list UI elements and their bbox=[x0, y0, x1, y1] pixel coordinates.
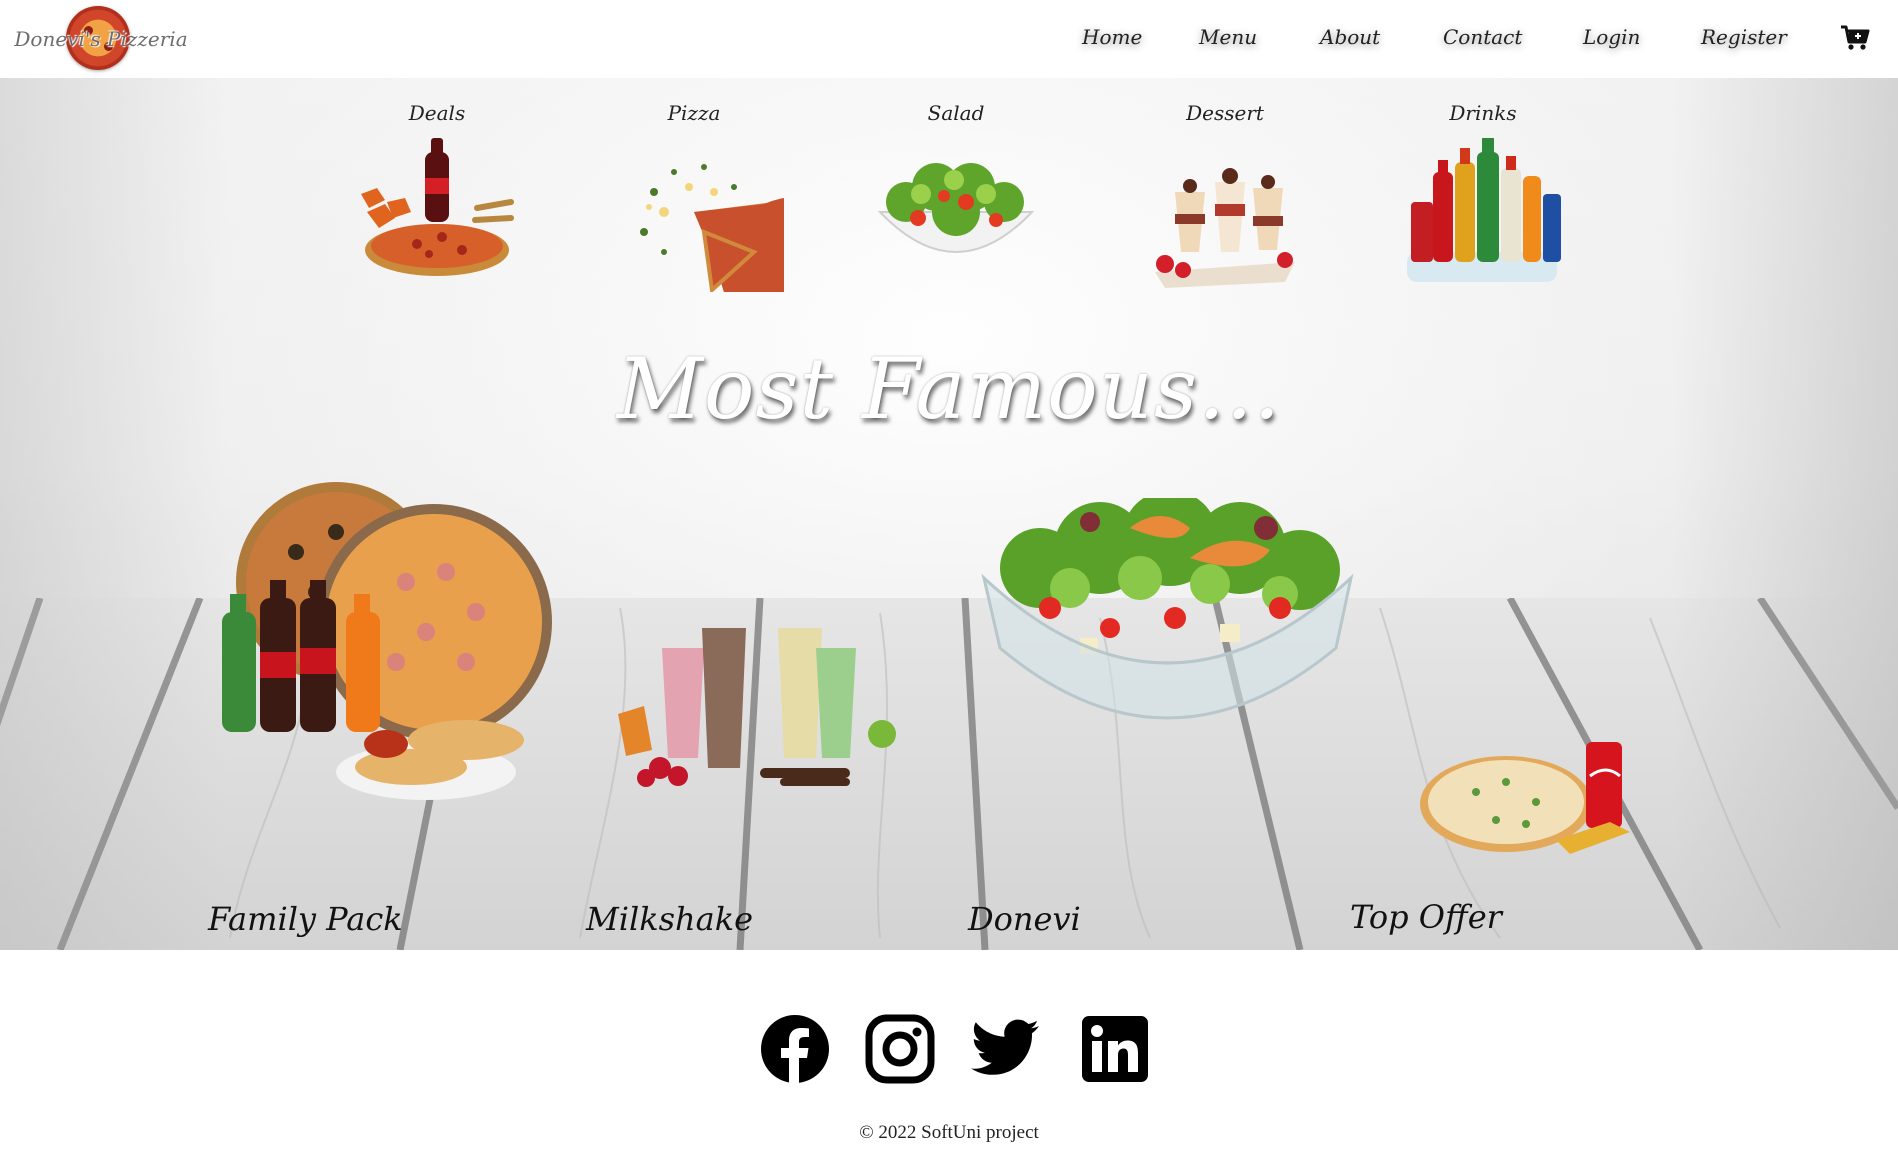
category-deals[interactable]: Deals bbox=[347, 98, 527, 292]
category-pizza[interactable]: Pizza bbox=[604, 98, 784, 292]
logo[interactable]: Donevi's Pizzeria bbox=[14, 6, 188, 72]
product-family-pack[interactable]: Family Pack bbox=[208, 482, 556, 938]
nav-about[interactable]: About bbox=[1320, 25, 1380, 49]
product-label: Milkshake bbox=[586, 900, 754, 938]
family-pack-image bbox=[222, 482, 552, 800]
shopping-cart-icon[interactable] bbox=[1840, 24, 1870, 52]
product-label: Family Pack bbox=[208, 900, 403, 938]
category-dessert[interactable]: Dessert bbox=[1135, 98, 1315, 292]
nav-login[interactable]: Login bbox=[1583, 25, 1640, 49]
linkedin-icon[interactable] bbox=[1080, 1014, 1150, 1084]
category-label: Dessert bbox=[1186, 101, 1264, 125]
nav-menu[interactable]: Menu bbox=[1199, 25, 1257, 49]
hero-section: Deals Pizza Salad Dessert Drinks Most Fa… bbox=[0, 78, 1898, 950]
twitter-icon[interactable] bbox=[970, 1014, 1040, 1084]
product-top-offer[interactable]: Top Offer bbox=[1350, 742, 1632, 936]
nav-contact[interactable]: Contact bbox=[1443, 25, 1522, 49]
product-donevi[interactable]: Donevi bbox=[968, 490, 1355, 938]
category-drinks[interactable]: Drinks bbox=[1393, 98, 1573, 292]
drinks-image bbox=[1407, 138, 1561, 282]
site-footer: © 2022 SoftUni project bbox=[0, 950, 1898, 1155]
nav-register[interactable]: Register bbox=[1701, 25, 1787, 49]
category-label: Pizza bbox=[667, 101, 721, 125]
logo-text: Donevi's Pizzeria bbox=[14, 27, 188, 51]
salad-image bbox=[877, 163, 1035, 253]
category-salad[interactable]: Salad bbox=[866, 98, 1046, 292]
donevi-salad-image bbox=[981, 490, 1354, 720]
pizza-image bbox=[640, 164, 784, 292]
product-label: Top Offer bbox=[1350, 898, 1502, 936]
product-milkshake[interactable]: Milkshake bbox=[586, 618, 910, 938]
site-header: Donevi's Pizzeria Home Menu About Contac… bbox=[0, 0, 1898, 78]
nav-home[interactable]: Home bbox=[1082, 25, 1142, 49]
deals-image bbox=[361, 138, 514, 276]
milkshake-image bbox=[618, 628, 896, 787]
category-label: Salad bbox=[927, 101, 985, 125]
facebook-icon[interactable] bbox=[760, 1014, 830, 1084]
product-label: Donevi bbox=[968, 900, 1081, 938]
top-offer-image bbox=[1420, 742, 1630, 854]
category-label: Deals bbox=[408, 101, 466, 125]
most-famous-title: Most Famous... bbox=[616, 340, 1282, 438]
dessert-image bbox=[1155, 168, 1295, 288]
category-label: Drinks bbox=[1449, 101, 1517, 125]
copyright-text: © 2022 SoftUni project bbox=[859, 1122, 1039, 1143]
instagram-icon[interactable] bbox=[865, 1014, 935, 1084]
